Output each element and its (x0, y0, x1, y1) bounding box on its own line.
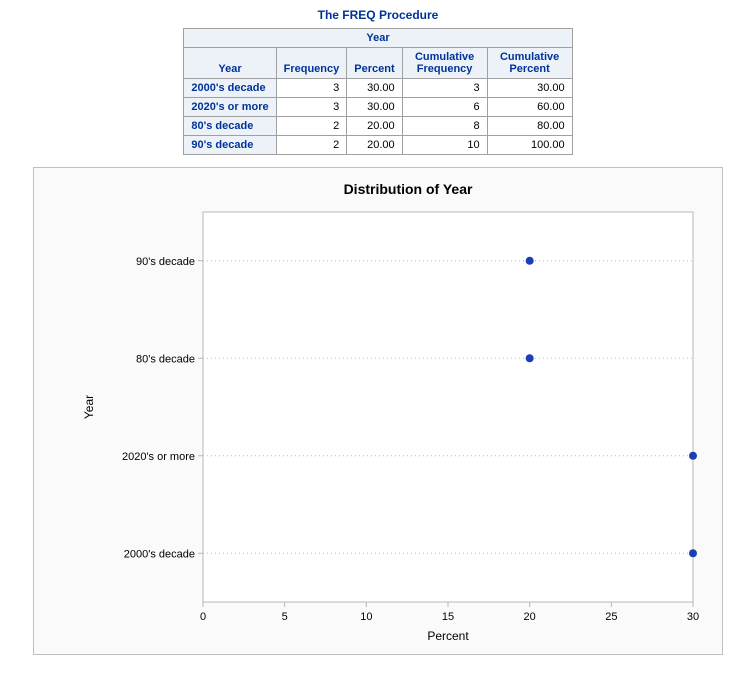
row-label: 80's decade (184, 117, 276, 136)
row-label: 90's decade (184, 136, 276, 155)
cell-freq: 2 (276, 117, 347, 136)
cell-freq: 2 (276, 136, 347, 155)
data-point (689, 452, 697, 460)
table-row: 80's decade 2 20.00 8 80.00 (184, 117, 572, 136)
x-axis-label: Percent (427, 629, 469, 643)
table-row: 2020's or more 3 30.00 6 60.00 (184, 98, 572, 117)
cell-cfreq: 10 (402, 136, 487, 155)
y-tick-label: 90's decade (136, 256, 195, 268)
y-tick-label: 2000's decade (124, 548, 195, 560)
distribution-chart: Distribution of Year 90's decade 80's deca… (38, 172, 718, 650)
cell-pct: 20.00 (347, 117, 402, 136)
cell-cfreq: 8 (402, 117, 487, 136)
procedure-title: The FREQ Procedure (0, 0, 756, 28)
col-freq: Frequency (276, 48, 347, 79)
cell-cpct: 60.00 (487, 98, 572, 117)
x-tick-label: 30 (687, 611, 699, 623)
data-point (689, 549, 697, 557)
x-tick-label: 25 (605, 611, 617, 623)
x-tick-label: 20 (524, 611, 536, 623)
col-year: Year (184, 48, 276, 79)
col-percent: Percent (347, 48, 402, 79)
x-tick-label: 10 (360, 611, 372, 623)
chart-container: Distribution of Year 90's decade 80's deca… (33, 167, 723, 655)
cell-cpct: 100.00 (487, 136, 572, 155)
cell-cpct: 80.00 (487, 117, 572, 136)
y-axis-label: Year (82, 395, 96, 419)
cell-pct: 30.00 (347, 98, 402, 117)
cell-freq: 3 (276, 98, 347, 117)
table-row: 2000's decade 3 30.00 3 30.00 (184, 79, 572, 98)
table-row: 90's decade 2 20.00 10 100.00 (184, 136, 572, 155)
cell-cfreq: 6 (402, 98, 487, 117)
y-tick-label: 2020's or more (122, 451, 195, 463)
col-cfreq: Cumulative Frequency (402, 48, 487, 79)
freq-table: Year Year Frequency Percent Cumulative F… (183, 28, 572, 155)
chart-title: Distribution of Year (344, 181, 473, 197)
x-tick-label: 0 (200, 611, 206, 623)
data-point (526, 354, 534, 362)
cell-pct: 30.00 (347, 79, 402, 98)
col-cpct: Cumulative Percent (487, 48, 572, 79)
cell-cfreq: 3 (402, 79, 487, 98)
row-label: 2020's or more (184, 98, 276, 117)
cell-pct: 20.00 (347, 136, 402, 155)
cell-freq: 3 (276, 79, 347, 98)
data-point (526, 257, 534, 265)
x-tick-label: 15 (442, 611, 454, 623)
x-tick-label: 5 (282, 611, 288, 623)
y-tick-label: 80's decade (136, 353, 195, 365)
cell-cpct: 30.00 (487, 79, 572, 98)
row-label: 2000's decade (184, 79, 276, 98)
table-spanner: Year (184, 29, 572, 48)
